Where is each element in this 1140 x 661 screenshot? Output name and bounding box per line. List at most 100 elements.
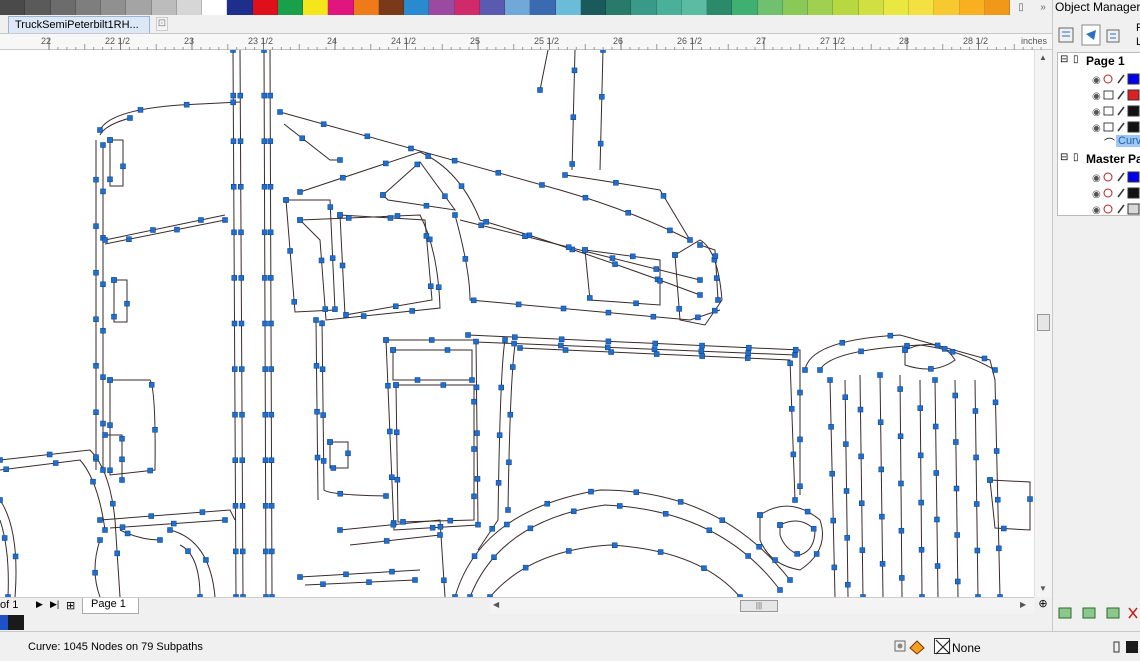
palette-swatch[interactable] bbox=[404, 0, 430, 15]
tree-master-row-2[interactable]: ◉ bbox=[1058, 185, 1140, 201]
vertical-scroll-thumb[interactable] bbox=[1037, 314, 1050, 331]
outline-pen-icon[interactable] bbox=[1110, 638, 1140, 656]
palette-swatch[interactable] bbox=[530, 0, 556, 15]
palette-swatch[interactable] bbox=[75, 0, 101, 15]
palette-swatch[interactable] bbox=[909, 0, 935, 15]
palette-swatch[interactable] bbox=[202, 0, 228, 15]
palette-swatch[interactable] bbox=[429, 0, 455, 15]
palette-swatch[interactable] bbox=[631, 0, 657, 15]
curve-node bbox=[667, 227, 673, 234]
add-page-icon[interactable]: ⊞ bbox=[66, 599, 75, 612]
tree-item-curve[interactable]: ⌒ Curve bbox=[1058, 135, 1140, 151]
horizontal-scrollbar[interactable]: ◀ ||| ▶ bbox=[490, 597, 1034, 614]
curve-node bbox=[148, 382, 155, 388]
fill-indicator-icons[interactable] bbox=[893, 638, 939, 656]
tree-item-page-1[interactable]: ⊟ ▯ Page 1 bbox=[1058, 54, 1140, 70]
palette-swatch[interactable] bbox=[50, 0, 76, 15]
palette-swatch[interactable] bbox=[883, 0, 909, 15]
color-palette[interactable] bbox=[0, 0, 1010, 15]
palette-swatch[interactable] bbox=[25, 0, 51, 15]
scroll-left-icon[interactable]: ◀ bbox=[493, 600, 499, 609]
palette-swatch[interactable] bbox=[580, 0, 606, 15]
palette-swatch[interactable] bbox=[732, 0, 758, 15]
palette-swatch[interactable] bbox=[681, 0, 707, 15]
document-tab[interactable]: TruckSemiPeterbilt1RH... bbox=[8, 16, 150, 33]
palette-swatch[interactable] bbox=[303, 0, 329, 15]
object-tree[interactable]: ⊟ ▯ Page 1 ◉ ◉ ◉ ◉ ⌒ Curve ⊟ ▯ Master Pa… bbox=[1057, 52, 1140, 216]
palette-swatch[interactable] bbox=[151, 0, 177, 15]
palette-swatch[interactable] bbox=[126, 0, 152, 15]
curve-node bbox=[423, 233, 430, 239]
edit-across-layers-icon[interactable] bbox=[1081, 24, 1101, 46]
new-master-layer-icon[interactable] bbox=[1082, 607, 1096, 619]
palette-swatch[interactable] bbox=[328, 0, 354, 15]
tree-layer-row-1[interactable]: ◉ bbox=[1058, 71, 1140, 87]
scroll-down-icon[interactable]: ▼ bbox=[1039, 584, 1047, 593]
palette-swatch[interactable] bbox=[984, 0, 1010, 15]
zoom-icon[interactable]: ⊕ bbox=[1034, 597, 1052, 614]
vertical-scrollbar[interactable]: ▲ ▼ bbox=[1034, 50, 1052, 597]
palette-swatch[interactable] bbox=[505, 0, 531, 15]
show-properties-icon[interactable] bbox=[1058, 27, 1074, 43]
palette-swatch[interactable] bbox=[479, 0, 505, 15]
truck-curve-drawing[interactable] bbox=[0, 50, 1034, 597]
curve-node bbox=[126, 236, 132, 242]
palette-swatch[interactable] bbox=[757, 0, 783, 15]
palette-scroll-icon[interactable]: » bbox=[1040, 2, 1046, 13]
palette-swatch[interactable] bbox=[101, 0, 127, 15]
curve-node bbox=[544, 500, 550, 507]
tree-item-master-page[interactable]: ⊟ ▯ Master Page bbox=[1058, 152, 1140, 168]
document-palette[interactable] bbox=[0, 614, 1052, 631]
palette-swatch[interactable] bbox=[277, 0, 303, 15]
horizontal-ruler[interactable]: 22 22 1/2 23 23 1/2 24 24 1/2 25 25 1/2 26 26 1/2… bbox=[0, 33, 1052, 51]
palette-swatch[interactable] bbox=[378, 0, 404, 15]
collapse-icon[interactable]: ⊟ bbox=[1060, 54, 1068, 65]
curve-node bbox=[110, 500, 116, 507]
tree-master-row-1[interactable]: ◉ bbox=[1058, 169, 1140, 185]
palette-swatch[interactable] bbox=[227, 0, 253, 15]
next-page-icon[interactable]: ▶ bbox=[36, 599, 43, 610]
delete-icon[interactable] bbox=[1128, 607, 1138, 619]
palette-swatch[interactable] bbox=[858, 0, 884, 15]
tree-layer-row-3[interactable]: ◉ bbox=[1058, 103, 1140, 119]
outline-label: None bbox=[952, 641, 981, 655]
palette-swatch[interactable] bbox=[808, 0, 834, 15]
palette-swatch[interactable] bbox=[454, 0, 480, 15]
palette-swatch[interactable] bbox=[959, 0, 985, 15]
palette-swatch[interactable] bbox=[176, 0, 202, 15]
palette-swatch[interactable] bbox=[707, 0, 733, 15]
new-master-layer-all-icon[interactable] bbox=[1106, 607, 1120, 619]
palette-controls[interactable]: ▯ » bbox=[1010, 0, 1054, 15]
curve-node bbox=[566, 548, 572, 554]
curve-node bbox=[902, 347, 908, 353]
layer-manager-view-icon[interactable] bbox=[1106, 29, 1120, 43]
palette-swatch[interactable] bbox=[353, 0, 379, 15]
palette-swatch[interactable] bbox=[555, 0, 581, 15]
tree-layer-row-2[interactable]: ◉ bbox=[1058, 87, 1140, 103]
palette-swatch[interactable] bbox=[833, 0, 859, 15]
tree-master-row-3[interactable]: ◉ bbox=[1058, 201, 1140, 215]
last-page-icon[interactable]: ▶| bbox=[50, 599, 59, 610]
palette-swatch[interactable] bbox=[606, 0, 632, 15]
horizontal-scroll-thumb[interactable]: ||| bbox=[740, 600, 778, 612]
scroll-up-icon[interactable]: ▲ bbox=[1039, 53, 1047, 62]
tab-close-icon[interactable]: ⊡ bbox=[156, 17, 168, 31]
palette-swatch[interactable] bbox=[934, 0, 960, 15]
page-tab-page-1[interactable]: Page 1 bbox=[82, 598, 139, 614]
collapse-icon[interactable]: ⊟ bbox=[1060, 152, 1068, 163]
doc-swatch-black[interactable] bbox=[8, 615, 24, 630]
scroll-right-icon[interactable]: ▶ bbox=[1020, 600, 1026, 609]
palette-swatch[interactable] bbox=[0, 0, 26, 15]
outline-none-icon[interactable] bbox=[934, 638, 951, 655]
curve-node bbox=[203, 557, 209, 563]
palette-swatch[interactable] bbox=[656, 0, 682, 15]
ruler-tick-label: 25 bbox=[470, 36, 480, 46]
curve-node bbox=[897, 386, 903, 392]
palette-expand-icon[interactable]: ▯ bbox=[1018, 2, 1024, 13]
palette-swatch[interactable] bbox=[782, 0, 808, 15]
tree-layer-row-4[interactable]: ◉ bbox=[1058, 119, 1140, 135]
new-layer-icon[interactable] bbox=[1058, 607, 1072, 619]
curve-node bbox=[813, 551, 820, 557]
drawing-canvas[interactable] bbox=[0, 50, 1034, 597]
palette-swatch[interactable] bbox=[252, 0, 278, 15]
